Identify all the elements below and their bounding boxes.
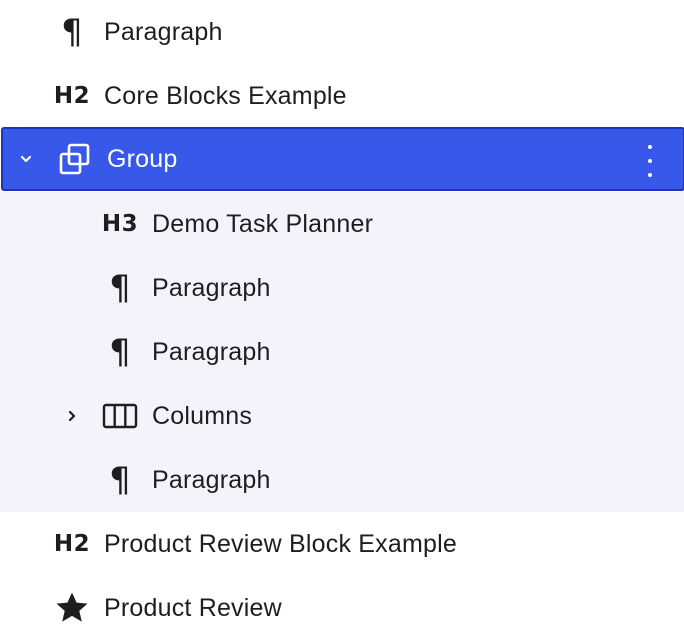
heading-icon: H2 xyxy=(53,530,91,557)
paragraph-icon: ¶ xyxy=(109,332,131,372)
list-item-heading[interactable]: H2 Product Review Block Example xyxy=(0,512,684,576)
block-label: Group xyxy=(107,145,178,173)
columns-icon xyxy=(96,392,144,440)
group-icon xyxy=(51,135,99,183)
list-item-product-review[interactable]: Product Review xyxy=(0,576,684,640)
heading-icon: H2 xyxy=(53,82,91,109)
list-item-paragraph[interactable]: ¶ Paragraph xyxy=(0,320,684,384)
block-label: Core Blocks Example xyxy=(104,82,347,110)
star-icon xyxy=(48,584,96,632)
heading-icon: H3 xyxy=(101,210,139,237)
list-item-heading[interactable]: H2 Core Blocks Example xyxy=(0,64,684,128)
chevron-down-icon[interactable] xyxy=(14,147,38,171)
list-item-heading[interactable]: H3 Demo Task Planner xyxy=(0,192,684,256)
paragraph-icon: ¶ xyxy=(61,12,83,52)
list-item-paragraph[interactable]: ¶ Paragraph xyxy=(0,448,684,512)
list-item-paragraph[interactable]: ¶ Paragraph xyxy=(0,0,684,64)
chevron-right-icon[interactable] xyxy=(60,404,84,428)
block-label: Paragraph xyxy=(152,338,271,366)
paragraph-icon: ¶ xyxy=(109,268,131,308)
list-item-paragraph[interactable]: ¶ Paragraph xyxy=(0,256,684,320)
list-view: ¶ Paragraph H2 Core Blocks Example Group xyxy=(0,0,684,640)
block-label: Paragraph xyxy=(152,466,271,494)
block-label: Demo Task Planner xyxy=(152,210,374,238)
block-label: Product Review xyxy=(104,594,282,622)
list-item-columns[interactable]: Columns xyxy=(0,384,684,448)
block-label: Columns xyxy=(152,402,253,430)
more-options-icon[interactable] xyxy=(635,143,665,179)
list-item-group[interactable]: Group xyxy=(1,127,684,191)
block-label: Paragraph xyxy=(104,18,223,46)
block-label: Product Review Block Example xyxy=(104,530,457,558)
paragraph-icon: ¶ xyxy=(109,460,131,500)
block-label: Paragraph xyxy=(152,274,271,302)
